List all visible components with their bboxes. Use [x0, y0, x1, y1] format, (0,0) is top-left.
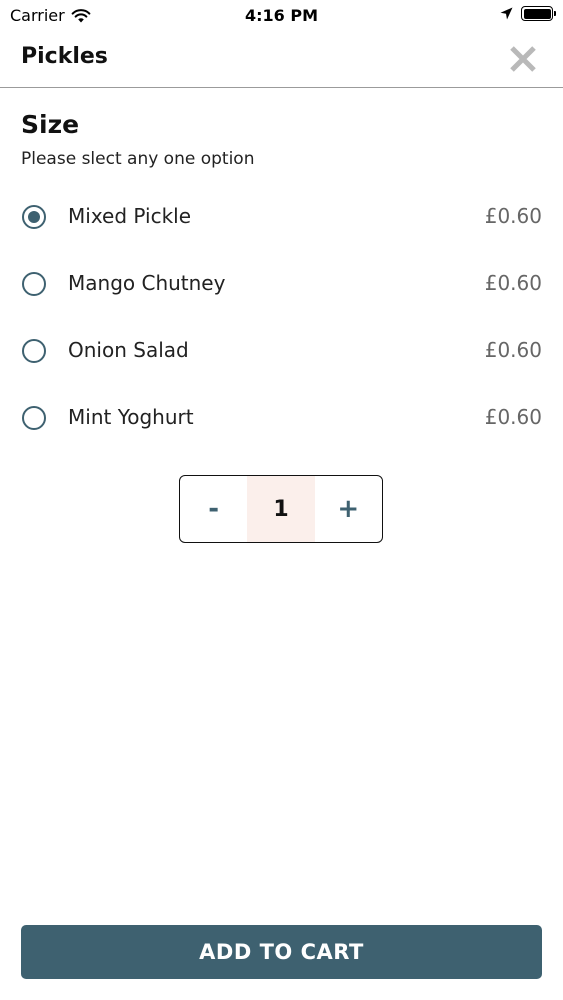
option-label: Mint Yoghurt [68, 405, 194, 429]
option-price: £0.60 [484, 338, 542, 362]
option-list: Mixed Pickle £0.60 Mango Chutney £0.60 O… [0, 184, 563, 452]
radio-unselected-icon[interactable] [22, 339, 46, 363]
option-mint-yoghurt[interactable]: Mint Yoghurt £0.60 [0, 385, 563, 452]
battery-icon [521, 6, 556, 21]
screen: Carrier 4:16 PM Pickles Size Please slec… [0, 0, 563, 1000]
option-price: £0.60 [484, 271, 542, 295]
option-label: Mango Chutney [68, 271, 226, 295]
section-title: Size [21, 110, 80, 139]
option-price: £0.60 [484, 405, 542, 429]
option-price: £0.60 [484, 204, 542, 228]
option-onion-salad[interactable]: Onion Salad £0.60 [0, 318, 563, 385]
quantity-stepper: - 1 + [179, 475, 383, 543]
status-bar: Carrier 4:16 PM [0, 0, 563, 30]
radio-selected-icon[interactable] [22, 205, 46, 229]
add-to-cart-button[interactable]: ADD TO CART [21, 925, 542, 979]
modal-header: Pickles [0, 30, 563, 88]
radio-unselected-icon[interactable] [22, 406, 46, 430]
section-subtitle: Please slect any one option [21, 149, 255, 169]
page-title: Pickles [21, 44, 108, 69]
radio-unselected-icon[interactable] [22, 272, 46, 296]
option-mixed-pickle[interactable]: Mixed Pickle £0.60 [0, 184, 563, 251]
option-label: Onion Salad [68, 338, 189, 362]
clock: 4:16 PM [244, 6, 318, 25]
location-arrow-icon [500, 7, 513, 20]
decrement-button[interactable]: - [180, 476, 247, 542]
option-label: Mixed Pickle [68, 204, 192, 228]
close-icon [510, 46, 536, 72]
quantity-value: 1 [247, 476, 315, 542]
option-mango-chutney[interactable]: Mango Chutney £0.60 [0, 251, 563, 318]
status-icons [500, 6, 556, 21]
close-button[interactable] [507, 43, 539, 75]
increment-button[interactable]: + [315, 476, 382, 542]
